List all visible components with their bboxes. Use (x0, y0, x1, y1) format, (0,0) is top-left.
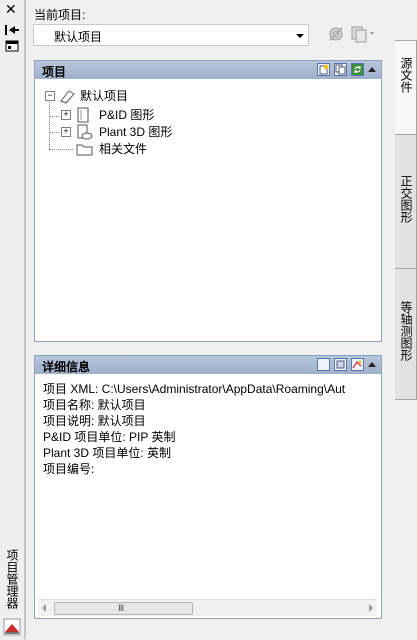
tree-item-label: Plant 3D 图形 (99, 125, 173, 139)
detail-pid-units: P&ID 项目单位: PIP 英制 (43, 430, 176, 444)
project-panel-title: 项目 (42, 65, 67, 79)
detail-plant3d-units: Plant 3D 项目单位: 英制 (43, 446, 172, 460)
details-panel-header: 详细信息 (34, 355, 382, 375)
palette-title: 项目管理器 (5, 549, 19, 609)
project-icon (59, 88, 77, 108)
chevron-down-icon (296, 34, 304, 38)
close-icon[interactable]: ✕ (5, 2, 17, 16)
details-view-icon[interactable] (317, 358, 330, 371)
tab-isometric-drawings[interactable]: 等轴测图形 (395, 268, 417, 400)
expand-icon[interactable]: + (61, 127, 71, 137)
tree-connector (49, 132, 59, 133)
copy-drawing-icon[interactable] (334, 63, 347, 76)
details-panel-title: 详细信息 (42, 360, 91, 374)
tree-connector (49, 100, 50, 149)
detail-project-name: 项目名称: 默认项目 (43, 398, 146, 412)
thumbnail-view-icon[interactable] (351, 358, 364, 371)
tab-label: 正交图形 (399, 175, 413, 223)
refresh-icon[interactable] (351, 63, 364, 76)
tab-ortho-drawings[interactable]: 正交图形 (395, 134, 417, 269)
folder-icon (76, 141, 94, 161)
current-project-label: 当前项目: (34, 8, 86, 22)
publish-dropdown-icon[interactable] (349, 24, 377, 44)
tree-connector (49, 149, 73, 150)
auto-hide-icon[interactable] (4, 24, 20, 36)
current-project-value: 默认项目 (54, 30, 103, 44)
project-panel-header: 项目 (34, 60, 382, 80)
detail-project-number: 项目编号: (43, 462, 95, 476)
collapse-panel-icon[interactable] (368, 67, 376, 72)
collapse-panel-icon[interactable] (368, 362, 376, 367)
scroll-left-icon[interactable] (42, 604, 46, 612)
preview-view-icon[interactable] (334, 358, 347, 371)
tree-item-label: 默认项目 (80, 89, 129, 103)
detail-project-xml: 项目 XML: C:\Users\Administrator\AppData\R… (43, 382, 346, 396)
horizontal-scrollbar[interactable]: Ⅲ (38, 599, 377, 616)
tab-label: 源文件 (399, 57, 413, 93)
project-tree: − 默认项目 + P&ID 图形 + Plant 3D 图形 相关文件 (34, 79, 382, 342)
details-content: 项目 XML: C:\Users\Administrator\AppData\R… (34, 374, 382, 619)
expand-icon[interactable]: + (61, 110, 71, 120)
properties-menu-icon[interactable] (5, 40, 19, 52)
tree-item-label: 相关文件 (99, 142, 148, 156)
scrollbar-grip: Ⅲ (118, 603, 125, 613)
palette-side-bar (0, 0, 25, 640)
tree-item-label: P&ID 图形 (99, 108, 155, 122)
tab-label: 等轴测图形 (399, 301, 413, 361)
project-setup-icon[interactable] (326, 24, 346, 44)
new-drawing-icon[interactable] (317, 63, 330, 76)
tree-connector (49, 116, 59, 117)
app-icon (3, 618, 21, 636)
scrollbar-thumb[interactable]: Ⅲ (54, 602, 193, 615)
tab-source-files[interactable]: 源文件 (395, 40, 417, 135)
scroll-right-icon[interactable] (369, 604, 373, 612)
current-project-dropdown[interactable]: 默认项目 (33, 24, 309, 46)
collapse-icon[interactable]: − (45, 91, 55, 101)
detail-project-description: 项目说明: 默认项目 (43, 414, 146, 428)
